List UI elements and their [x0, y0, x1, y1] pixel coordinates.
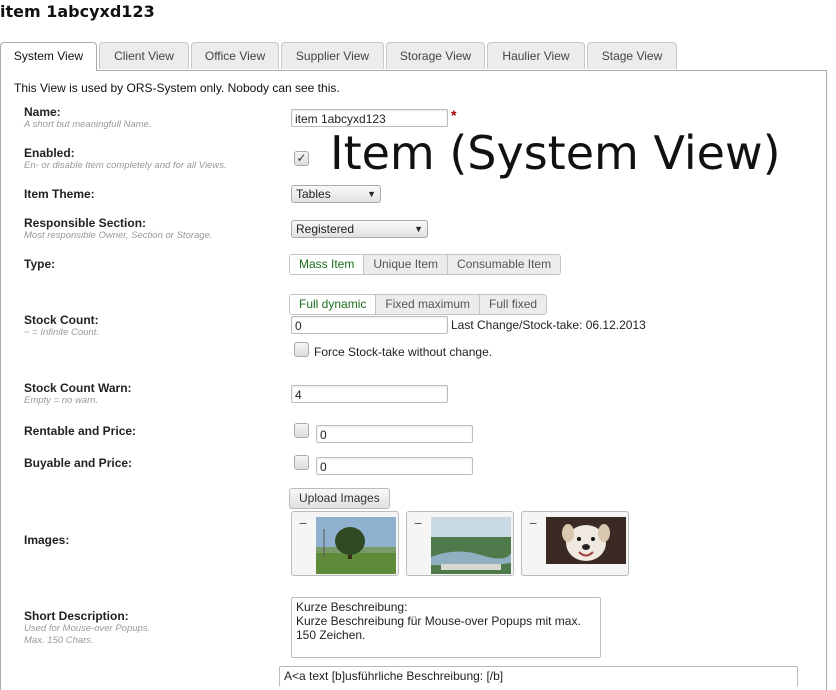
rentable-checkbox[interactable] [294, 423, 309, 438]
enabled-checkbox[interactable]: ✓ [294, 151, 309, 166]
stock-count-input[interactable]: 0 [291, 316, 448, 334]
long-description-line-1: A<a text [b]usführliche Beschreibung: [/… [284, 669, 504, 683]
short-description-textarea[interactable]: Kurze Beschreibung: Kurze Beschreibung f… [291, 597, 601, 658]
remove-image-icon[interactable]: − [414, 515, 422, 531]
responsible-section-hint: Most responsible Owner, Section or Stora… [24, 230, 213, 241]
name-label: Name: [24, 105, 61, 119]
short-description-hint-2: Max. 150 Chars. [24, 635, 94, 646]
type-mass-item[interactable]: Mass Item [290, 255, 365, 274]
overlay-title: Item (System View) [330, 126, 781, 180]
image-thumb-dog: − [521, 511, 629, 576]
item-theme-label: Item Theme: [24, 187, 95, 201]
tab-supplier-view[interactable]: Supplier View [281, 42, 384, 69]
upload-images-button[interactable]: Upload Images [289, 488, 390, 509]
type-unique-item[interactable]: Unique Item [364, 255, 449, 274]
view-description: This View is used by ORS-System only. No… [14, 81, 340, 95]
chevron-down-icon: ▼ [414, 224, 423, 234]
stock-mode-full-dynamic[interactable]: Full dynamic [290, 295, 377, 314]
type-consumable-item[interactable]: Consumable Item [448, 255, 561, 274]
stock-mode-full-fixed[interactable]: Full fixed [480, 295, 547, 314]
tab-stage-view[interactable]: Stage View [587, 42, 677, 69]
name-input[interactable]: item 1abcyxd123 [291, 109, 448, 127]
buyable-checkbox[interactable] [294, 455, 309, 470]
remove-image-icon[interactable]: − [529, 515, 537, 531]
tab-storage-view[interactable]: Storage View [386, 42, 485, 69]
stock-count-hint: ~ = Infinite Count. [24, 327, 99, 338]
type-toggle-group: Mass Item Unique Item Consumable Item [289, 254, 562, 275]
force-stocktake-checkbox[interactable] [294, 342, 309, 357]
type-label: Type: [24, 257, 56, 271]
enabled-hint: En- or disable Item completely and for a… [24, 160, 227, 171]
responsible-section-value: Registered [296, 222, 355, 236]
stock-count-warn-input[interactable]: 4 [291, 385, 448, 403]
image-thumb-tree: − [291, 511, 399, 576]
stock-mode-toggle-group: Full dynamic Fixed maximum Full fixed [289, 294, 548, 315]
stock-count-warn-label: Stock Count Warn: [24, 381, 132, 395]
short-description-line-2: Kurze Beschreibung für Mouse-over Popups… [296, 614, 581, 628]
item-theme-select[interactable]: Tables ▼ [291, 185, 381, 203]
tab-office-view[interactable]: Office View [191, 42, 279, 69]
tree-field-photo [316, 517, 396, 574]
short-description-line-3: 150 Zeichen. [296, 628, 366, 642]
images-label: Images: [24, 533, 70, 547]
last-change-text: Last Change/Stock-take: 06.12.2013 [451, 318, 646, 332]
tab-system-view[interactable]: System View [0, 42, 97, 71]
page-title: item 1abcyxd123 [0, 2, 155, 21]
name-hint: A short but meaningfull Name. [24, 119, 152, 130]
chevron-down-icon: ▼ [367, 189, 376, 199]
dog-photo [546, 517, 626, 564]
buyable-price-input[interactable]: 0 [316, 457, 473, 475]
buyable-label: Buyable and Price: [24, 456, 133, 470]
required-marker: * [451, 107, 457, 123]
force-stocktake-label: Force Stock-take without change. [314, 345, 493, 359]
view-tabs: System View Client View Office View Supp… [0, 42, 826, 71]
short-description-hint-1: Used for Mouse-over Popups. [24, 623, 151, 634]
responsible-section-label: Responsible Section: [24, 216, 147, 230]
short-description-label: Short Description: [24, 609, 129, 623]
tab-client-view[interactable]: Client View [99, 42, 189, 69]
enabled-label: Enabled: [24, 146, 75, 160]
rentable-label: Rentable and Price: [24, 424, 137, 438]
river-valley-photo [431, 517, 511, 574]
tab-haulier-view[interactable]: Haulier View [487, 42, 585, 69]
stock-mode-fixed-maximum[interactable]: Fixed maximum [376, 295, 481, 314]
remove-image-icon[interactable]: − [299, 515, 307, 531]
stock-count-warn-hint: Empty = no warn. [24, 395, 99, 406]
responsible-section-select[interactable]: Registered ▼ [291, 220, 428, 238]
rentable-price-input[interactable]: 0 [316, 425, 473, 443]
short-description-line-1: Kurze Beschreibung: [296, 600, 408, 614]
stock-count-label: Stock Count: [24, 313, 99, 327]
item-theme-value: Tables [296, 187, 331, 201]
image-thumb-valley: − [406, 511, 514, 576]
long-description-textarea[interactable]: A<a text [b]usführliche Beschreibung: [/… [279, 666, 798, 687]
